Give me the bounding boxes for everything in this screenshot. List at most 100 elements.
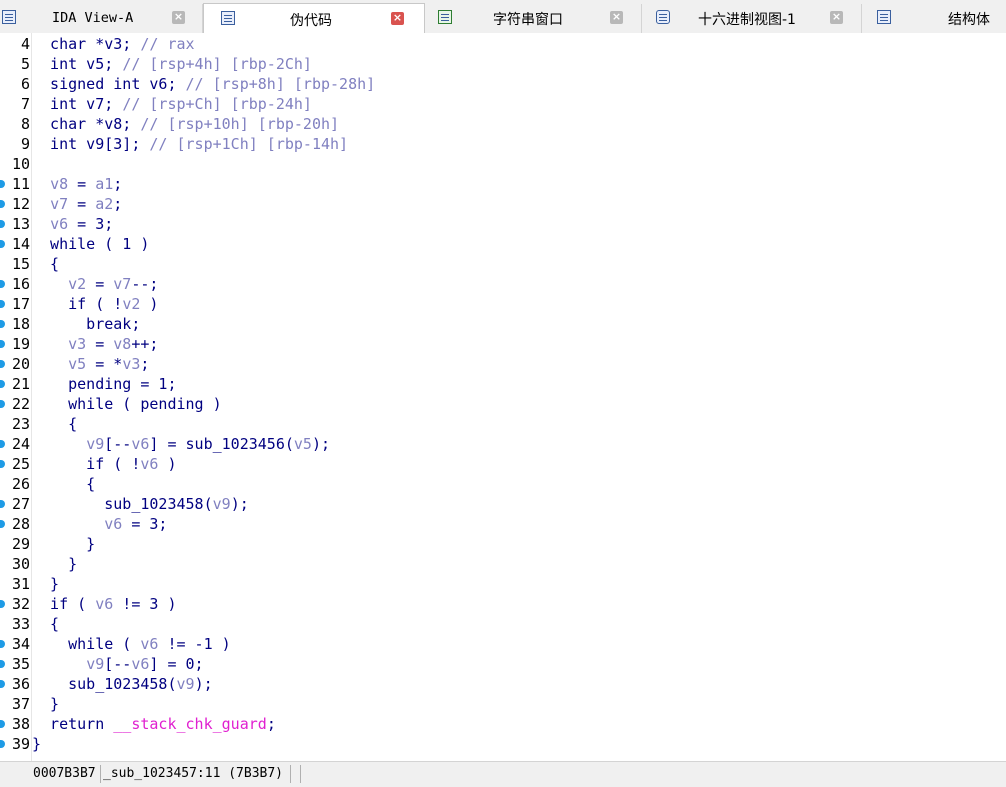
- code-variable[interactable]: v6: [131, 435, 149, 453]
- code-line[interactable]: 29 }: [0, 534, 1006, 554]
- line-number: 9: [20, 135, 30, 153]
- code-import[interactable]: __stack_chk_guard: [113, 715, 267, 733]
- line-number: 25: [11, 455, 30, 473]
- code-variable[interactable]: v2: [122, 295, 140, 313]
- code-line[interactable]: 32 if ( v6 != 3 ): [0, 594, 1006, 614]
- code-line[interactable]: 22 while ( pending ): [0, 394, 1006, 414]
- line-number: 38: [11, 715, 30, 733]
- code-line[interactable]: 15 {: [0, 254, 1006, 274]
- code-token: --;: [131, 275, 159, 293]
- code-line[interactable]: 9 int v9[3]; // [rsp+1Ch] [rbp-14h]: [0, 134, 1006, 154]
- line-number: 16: [11, 275, 30, 293]
- code-text: int v5; // [rsp+4h] [rbp-2Ch]: [32, 54, 312, 74]
- close-icon[interactable]: ×: [172, 11, 185, 24]
- code-token: ++;: [131, 335, 159, 353]
- code-text: while ( v6 != -1 ): [32, 634, 231, 654]
- code-line[interactable]: 14 while ( 1 ): [0, 234, 1006, 254]
- tab-hex-view[interactable]: 十六进制视图-1 ×: [642, 4, 862, 33]
- code-line[interactable]: 24 v9[--v6] = sub_1023456(v5);: [0, 434, 1006, 454]
- code-token: = 3;: [68, 215, 114, 233]
- code-variable[interactable]: v9: [177, 675, 195, 693]
- pseudocode-view[interactable]: 4 char *v3; // rax 5 int v5; // [rsp+4h] …: [0, 33, 1006, 761]
- code-line[interactable]: 37 }: [0, 694, 1006, 714]
- code-variable[interactable]: v9: [86, 655, 104, 673]
- code-variable[interactable]: v9: [213, 495, 231, 513]
- line-number: 33: [11, 615, 30, 633]
- code-token: return: [32, 715, 114, 733]
- code-token: != 3 ): [113, 595, 177, 613]
- code-variable[interactable]: v6: [104, 515, 122, 533]
- code-line[interactable]: 13 v6 = 3;: [0, 214, 1006, 234]
- tab-structures[interactable]: 结构体: [862, 4, 1006, 33]
- code-line[interactable]: 21 pending = 1;: [0, 374, 1006, 394]
- code-line[interactable]: 12 v7 = a2;: [0, 194, 1006, 214]
- code-line[interactable]: 20 v5 = *v3;: [0, 354, 1006, 374]
- code-line[interactable]: 16 v2 = v7--;: [0, 274, 1006, 294]
- status-bar: 0007B3B7 _sub_1023457:11 (7B3B7): [0, 761, 1006, 787]
- code-line[interactable]: 4 char *v3; // rax: [0, 34, 1006, 54]
- status-divider: [300, 765, 301, 783]
- code-text: v5 = *v3;: [32, 354, 149, 374]
- close-icon[interactable]: ×: [391, 12, 404, 25]
- code-variable[interactable]: v7: [50, 195, 68, 213]
- code-line[interactable]: 18 break;: [0, 314, 1006, 334]
- tab-ida-view-a[interactable]: IDA View-A ×: [0, 4, 203, 33]
- code-line[interactable]: 27 sub_1023458(v9);: [0, 494, 1006, 514]
- pseudocode-icon: [221, 11, 235, 25]
- code-line[interactable]: 11 v8 = a1;: [0, 174, 1006, 194]
- line-number: 27: [11, 495, 30, 513]
- code-token: = *: [86, 355, 123, 373]
- ida-view-icon: [2, 10, 16, 24]
- code-variable[interactable]: v3: [122, 355, 140, 373]
- code-line[interactable]: 36 sub_1023458(v9);: [0, 674, 1006, 694]
- code-token: if (: [32, 595, 96, 613]
- code-variable[interactable]: v7: [113, 275, 131, 293]
- tab-pseudocode[interactable]: 伪代码 ×: [203, 3, 425, 33]
- code-line[interactable]: 19 v3 = v8++;: [0, 334, 1006, 354]
- code-variable[interactable]: a2: [95, 195, 113, 213]
- code-variable[interactable]: v6: [50, 215, 68, 233]
- code-line[interactable]: 30 }: [0, 554, 1006, 574]
- code-variable[interactable]: v2: [68, 275, 86, 293]
- line-number: 12: [11, 195, 30, 213]
- close-icon[interactable]: ×: [830, 11, 843, 24]
- code-variable[interactable]: v8: [50, 175, 68, 193]
- code-variable[interactable]: v5: [294, 435, 312, 453]
- code-variable[interactable]: a1: [95, 175, 113, 193]
- code-variable[interactable]: v6: [131, 655, 149, 673]
- code-line[interactable]: 7 int v7; // [rsp+Ch] [rbp-24h]: [0, 94, 1006, 114]
- code-line[interactable]: 5 int v5; // [rsp+4h] [rbp-2Ch]: [0, 54, 1006, 74]
- code-line[interactable]: 23 {: [0, 414, 1006, 434]
- code-line[interactable]: 10: [0, 154, 1006, 174]
- tab-strings[interactable]: 字符串窗口 ×: [425, 4, 642, 33]
- code-variable[interactable]: v9: [86, 435, 104, 453]
- code-text: if ( !v2 ): [32, 294, 158, 314]
- code-line[interactable]: 34 while ( v6 != -1 ): [0, 634, 1006, 654]
- code-line[interactable]: 17 if ( !v2 ): [0, 294, 1006, 314]
- code-variable[interactable]: v8: [113, 335, 131, 353]
- line-number: 23: [11, 415, 30, 433]
- code-line[interactable]: 8 char *v8; // [rsp+10h] [rbp-20h]: [0, 114, 1006, 134]
- code-variable[interactable]: v5: [68, 355, 86, 373]
- code-token: =: [68, 195, 96, 213]
- code-line[interactable]: 33 {: [0, 614, 1006, 634]
- code-token: =: [86, 275, 114, 293]
- status-divider: [100, 765, 101, 783]
- code-text: }: [32, 574, 59, 594]
- code-line[interactable]: 38 return __stack_chk_guard;: [0, 714, 1006, 734]
- code-line[interactable]: 39}: [0, 734, 1006, 754]
- code-variable[interactable]: v6: [140, 455, 158, 473]
- code-text: {: [32, 474, 95, 494]
- code-variable[interactable]: v6: [95, 595, 113, 613]
- close-icon[interactable]: ×: [610, 11, 623, 24]
- code-variable[interactable]: v6: [140, 635, 158, 653]
- code-line[interactable]: 31 }: [0, 574, 1006, 594]
- code-line[interactable]: 6 signed int v6; // [rsp+8h] [rbp-28h]: [0, 74, 1006, 94]
- code-line[interactable]: 35 v9[--v6] = 0;: [0, 654, 1006, 674]
- code-line[interactable]: 28 v6 = 3;: [0, 514, 1006, 534]
- code-variable[interactable]: v3: [68, 335, 86, 353]
- code-line[interactable]: 26 {: [0, 474, 1006, 494]
- code-line[interactable]: 25 if ( !v6 ): [0, 454, 1006, 474]
